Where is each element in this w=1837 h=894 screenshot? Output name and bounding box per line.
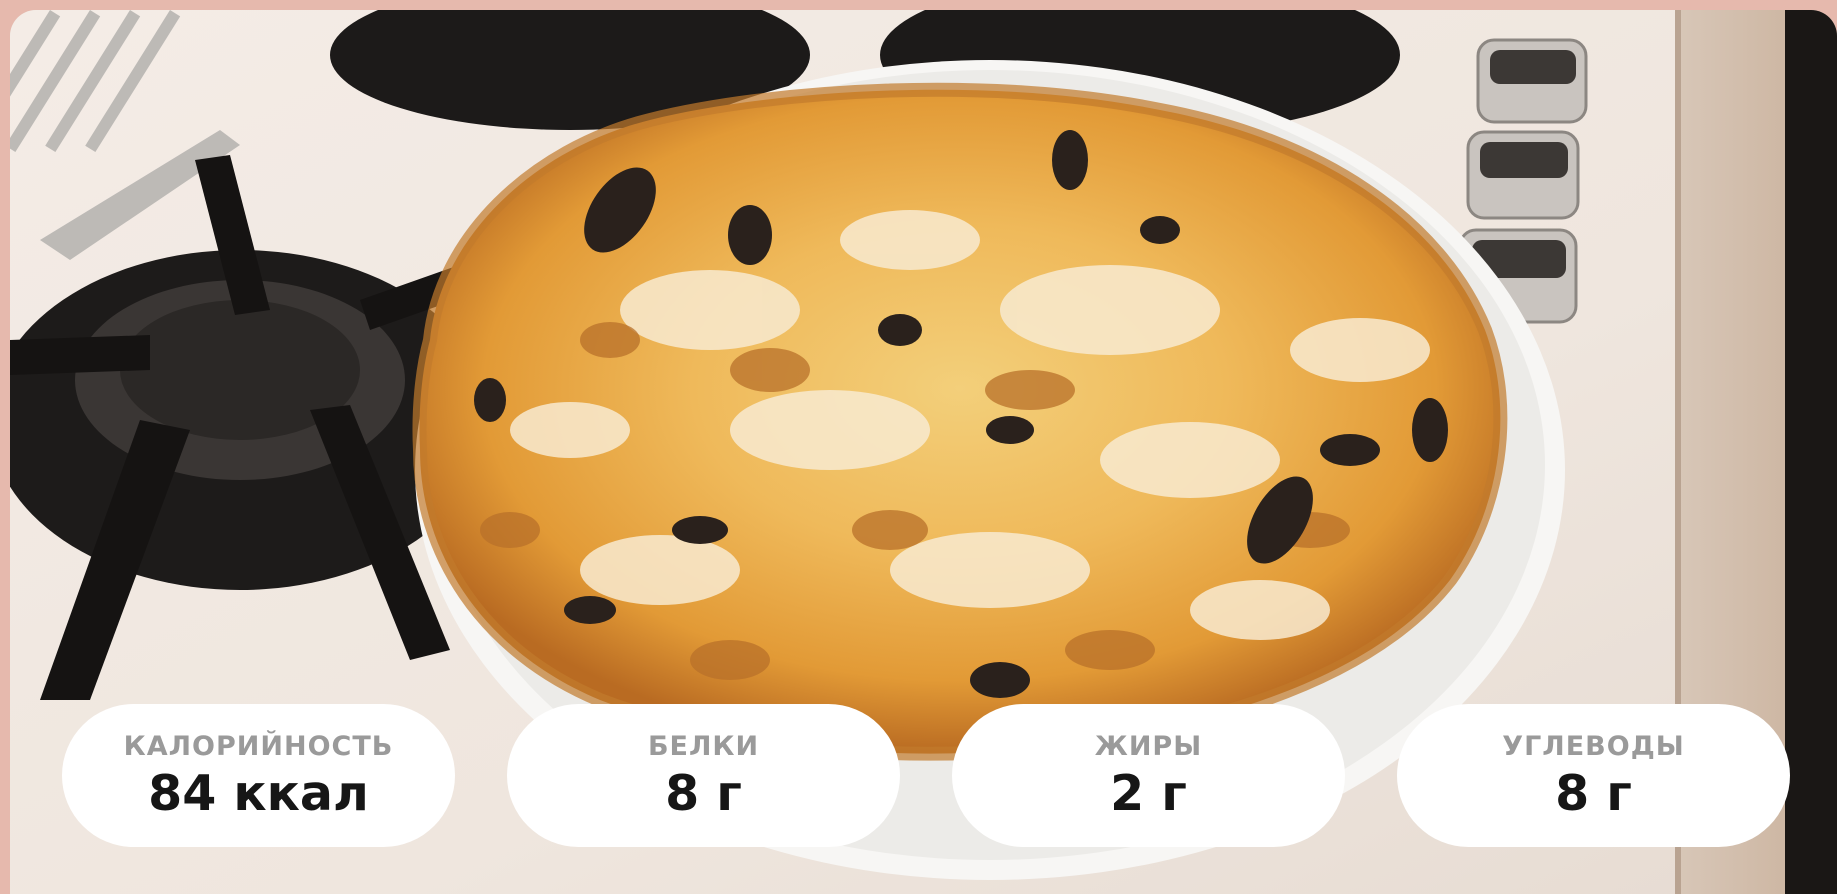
- nutrition-facts: КАЛОРИЙНОСТЬ 84 ккал БЕЛКИ 8 г ЖИРЫ 2 г …: [62, 704, 1790, 847]
- fat-value: 2 г: [1110, 764, 1187, 822]
- carbs-label: УГЛЕВОДЫ: [1502, 730, 1685, 762]
- carbs-value: 8 г: [1555, 764, 1632, 822]
- recipe-photo-card: КАЛОРИЙНОСТЬ 84 ккал БЕЛКИ 8 г ЖИРЫ 2 г …: [10, 10, 1837, 894]
- calories-value: 84 ккал: [148, 764, 369, 822]
- protein-value: 8 г: [665, 764, 742, 822]
- calories-badge: КАЛОРИЙНОСТЬ 84 ккал: [62, 704, 455, 847]
- protein-badge: БЕЛКИ 8 г: [507, 704, 900, 847]
- calories-label: КАЛОРИЙНОСТЬ: [123, 730, 394, 762]
- fat-badge: ЖИРЫ 2 г: [952, 704, 1345, 847]
- protein-label: БЕЛКИ: [647, 730, 760, 762]
- fat-label: ЖИРЫ: [1094, 730, 1203, 762]
- carbs-badge: УГЛЕВОДЫ 8 г: [1397, 704, 1790, 847]
